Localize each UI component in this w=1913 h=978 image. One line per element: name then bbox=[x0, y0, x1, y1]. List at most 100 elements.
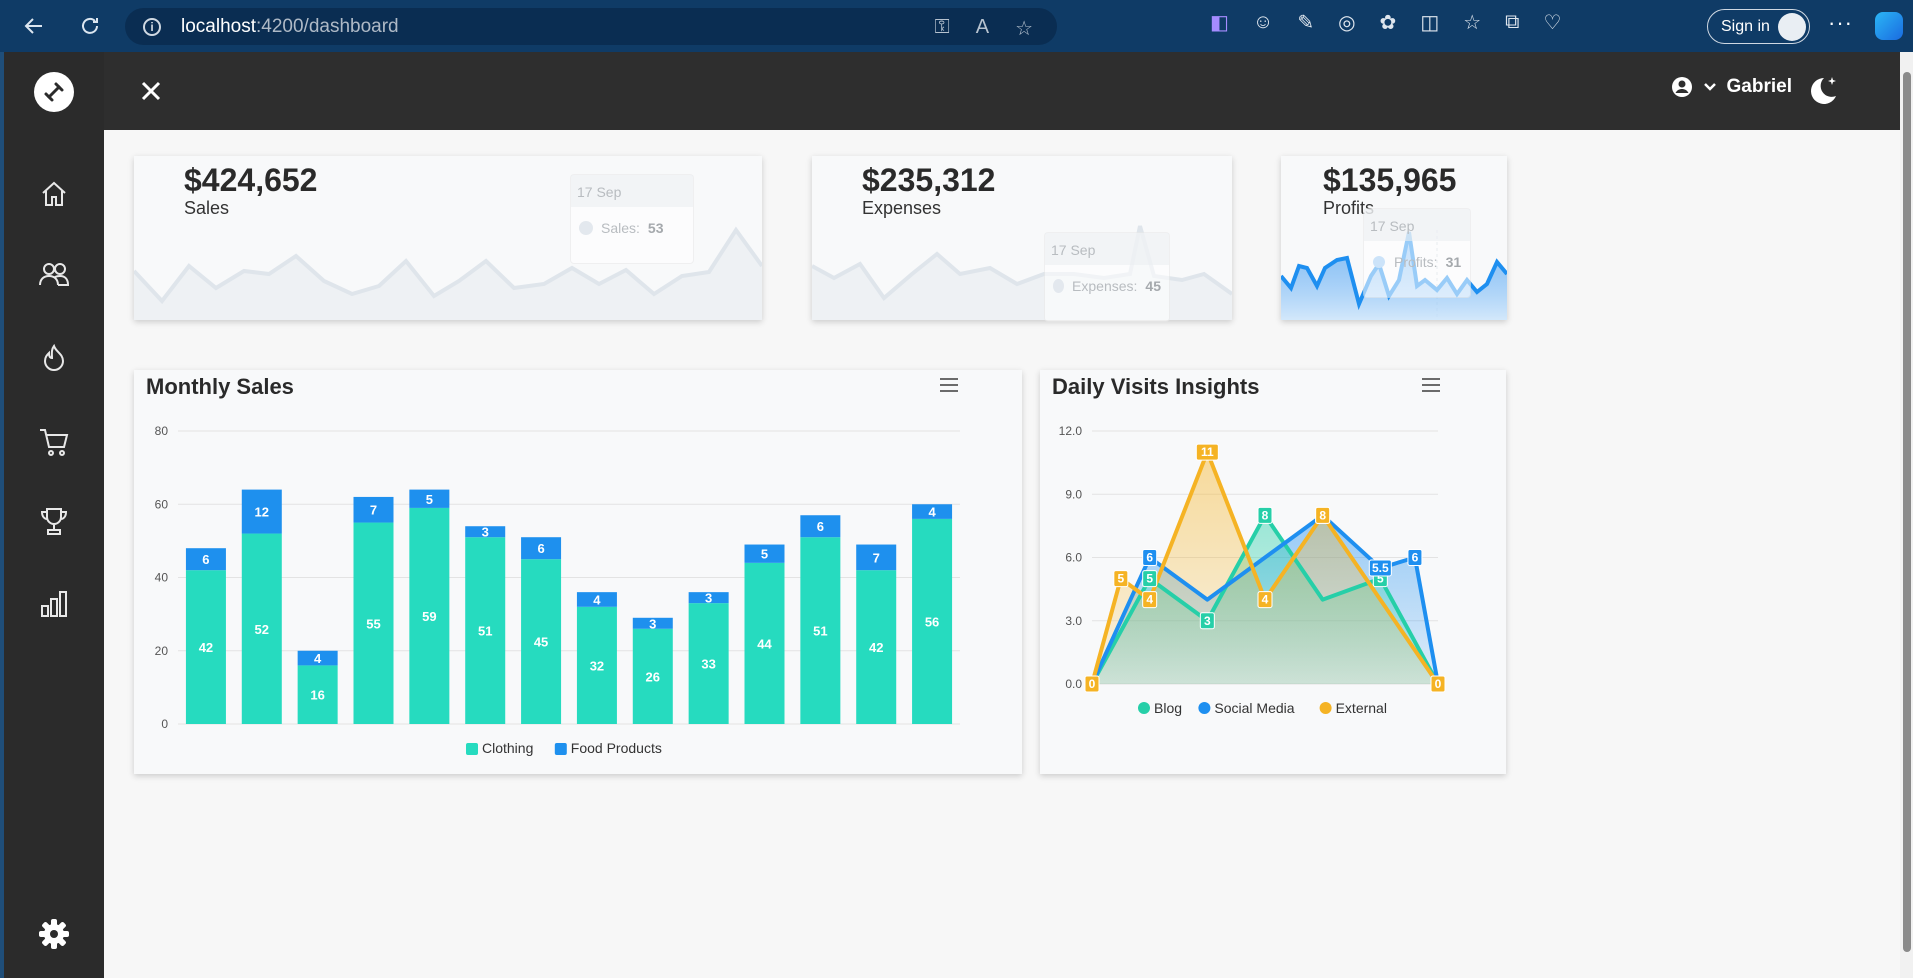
target-icon[interactable]: ◎ bbox=[1338, 10, 1355, 35]
expenses-tooltip: 17 Sep Expenses: 45 bbox=[1044, 232, 1170, 322]
eyedropper-icon[interactable]: ✎ bbox=[1297, 10, 1314, 35]
data-label: 4 bbox=[314, 651, 322, 666]
back-button[interactable] bbox=[14, 6, 54, 46]
favorites-icon[interactable]: ☆ bbox=[1463, 10, 1481, 35]
data-label: 56 bbox=[925, 614, 939, 629]
legend-label: Social Media bbox=[1214, 700, 1294, 716]
data-label: 6 bbox=[202, 552, 209, 567]
sidebar bbox=[4, 52, 104, 978]
immersive-reader-icon[interactable]: ◧ bbox=[1210, 10, 1229, 35]
settings-gear-icon[interactable] bbox=[34, 914, 74, 954]
url-path: :4200/dashboard bbox=[256, 15, 399, 37]
y-tick-label: 20 bbox=[155, 644, 169, 658]
scrollbar-thumb[interactable] bbox=[1903, 72, 1911, 952]
legend-label: Blog bbox=[1154, 700, 1182, 716]
more-options-icon[interactable]: ··· bbox=[1828, 10, 1853, 36]
username: Gabriel bbox=[1726, 76, 1792, 97]
chevron-down-icon bbox=[1703, 83, 1716, 91]
account-circle-icon bbox=[1671, 77, 1692, 97]
info-icon[interactable]: i bbox=[143, 17, 161, 36]
tooltip-series: Sales: bbox=[601, 220, 640, 236]
expenses-stat-card: $235,312 Expenses 17 Sep Expenses: 45 bbox=[812, 156, 1232, 322]
copilot-icon[interactable] bbox=[1875, 12, 1903, 40]
data-label: 16 bbox=[310, 688, 324, 703]
data-label: 42 bbox=[199, 640, 213, 655]
point-label: 4 bbox=[1262, 593, 1269, 607]
fire-icon[interactable] bbox=[34, 338, 74, 378]
point-label: 0 bbox=[1435, 677, 1442, 691]
y-tick-label: 3.0 bbox=[1065, 614, 1082, 628]
data-label: 6 bbox=[537, 541, 544, 556]
trophy-icon[interactable] bbox=[34, 502, 74, 542]
url-host: localhost bbox=[181, 15, 256, 37]
data-label: 7 bbox=[370, 503, 377, 518]
legend-marker bbox=[1138, 702, 1150, 714]
data-label: 32 bbox=[590, 658, 604, 673]
split-screen-icon[interactable]: ◫ bbox=[1420, 10, 1439, 35]
point-label: 6 bbox=[1412, 551, 1419, 565]
daily-visits-chart: 0.03.06.09.012.05385685.5605411480BlogSo… bbox=[1059, 424, 1446, 716]
data-label: 59 bbox=[422, 609, 436, 624]
extensions-icon[interactable]: ✿ bbox=[1380, 10, 1397, 35]
favorite-star-icon[interactable]: ☆ bbox=[1015, 16, 1033, 41]
sales-tooltip: 17 Sep Sales: 53 bbox=[570, 174, 694, 264]
collections-icon[interactable]: ⧉ bbox=[1505, 11, 1519, 34]
home-icon[interactable] bbox=[34, 174, 74, 214]
extension-face-icon[interactable]: ☺ bbox=[1253, 11, 1273, 34]
sales-stat-card: $424,652 Sales 17 Sep Sales: 53 bbox=[134, 156, 762, 320]
cart-icon[interactable] bbox=[34, 422, 74, 462]
page-scrollbar[interactable] bbox=[1900, 52, 1913, 978]
legend-label: Food Products bbox=[571, 740, 662, 756]
sign-in-button[interactable]: Sign in bbox=[1707, 9, 1810, 44]
profits-tooltip: 17 Sep Profits: 31 bbox=[1363, 208, 1471, 298]
data-label: 45 bbox=[534, 635, 548, 650]
point-label: 0 bbox=[1089, 677, 1096, 691]
data-label: 51 bbox=[478, 624, 492, 639]
point-label: 5.5 bbox=[1372, 561, 1389, 575]
data-label: 33 bbox=[701, 657, 715, 672]
tooltip-value: 53 bbox=[647, 220, 664, 236]
point-label: 5 bbox=[1146, 572, 1153, 586]
profits-stat-card: $135,965 Profits 17 Sep Profits: 31 bbox=[1281, 156, 1507, 320]
tooltip-value: 31 bbox=[1445, 254, 1462, 270]
y-tick-label: 0.0 bbox=[1065, 677, 1082, 691]
data-label: 4 bbox=[928, 505, 936, 520]
data-label: 5 bbox=[761, 547, 768, 562]
daily-visits-panel: Daily Visits Insights 0.0 3.0 6.0 9.0 12.0 5 3… bbox=[1040, 370, 1506, 774]
health-icon[interactable]: ♡ bbox=[1543, 10, 1561, 35]
address-bar[interactable]: i localhost:4200/dashboard ⚿ A ☆ bbox=[125, 8, 1057, 45]
tooltip-value: 45 bbox=[1145, 278, 1161, 294]
data-label: 4 bbox=[593, 592, 601, 607]
tooltip-series: Profits: bbox=[1394, 254, 1438, 270]
data-label: 26 bbox=[646, 669, 660, 684]
read-aloud-icon[interactable]: A bbox=[976, 16, 989, 41]
tooltip-date: 17 Sep bbox=[571, 175, 693, 207]
legend-marker bbox=[1198, 702, 1211, 714]
tooltip-date: 17 Sep bbox=[1045, 233, 1169, 265]
logo-dumbbell-icon[interactable] bbox=[34, 72, 74, 112]
dark-mode-moon-icon[interactable] bbox=[1804, 72, 1842, 110]
y-tick-label: 0 bbox=[161, 717, 168, 731]
series-dot bbox=[1372, 255, 1386, 269]
bar-chart-icon[interactable] bbox=[34, 584, 74, 624]
legend-swatch bbox=[466, 743, 478, 755]
data-label: 3 bbox=[705, 591, 712, 606]
data-label: 3 bbox=[482, 525, 489, 540]
tooltip-date: 17 Sep bbox=[1364, 209, 1470, 241]
point-label: 3 bbox=[1204, 614, 1211, 628]
point-label: 4 bbox=[1146, 593, 1153, 607]
y-tick-label: 40 bbox=[155, 571, 169, 585]
data-label: 12 bbox=[255, 505, 269, 520]
page-viewport: Gabriel $424,652 Sales 17 Sep Sales: 53 $… bbox=[4, 52, 1900, 978]
refresh-button[interactable] bbox=[70, 6, 110, 46]
close-icon bbox=[141, 81, 161, 101]
users-icon[interactable] bbox=[34, 254, 74, 294]
data-label: 5 bbox=[426, 492, 433, 507]
close-sidebar-button[interactable] bbox=[134, 74, 168, 108]
data-label: 42 bbox=[869, 640, 883, 655]
point-label: 5 bbox=[1117, 572, 1124, 586]
legend-label: Clothing bbox=[482, 740, 533, 756]
user-menu[interactable]: Gabriel bbox=[1671, 76, 1792, 98]
key-icon[interactable]: ⚿ bbox=[934, 16, 949, 41]
y-tick-label: 9.0 bbox=[1065, 487, 1082, 501]
